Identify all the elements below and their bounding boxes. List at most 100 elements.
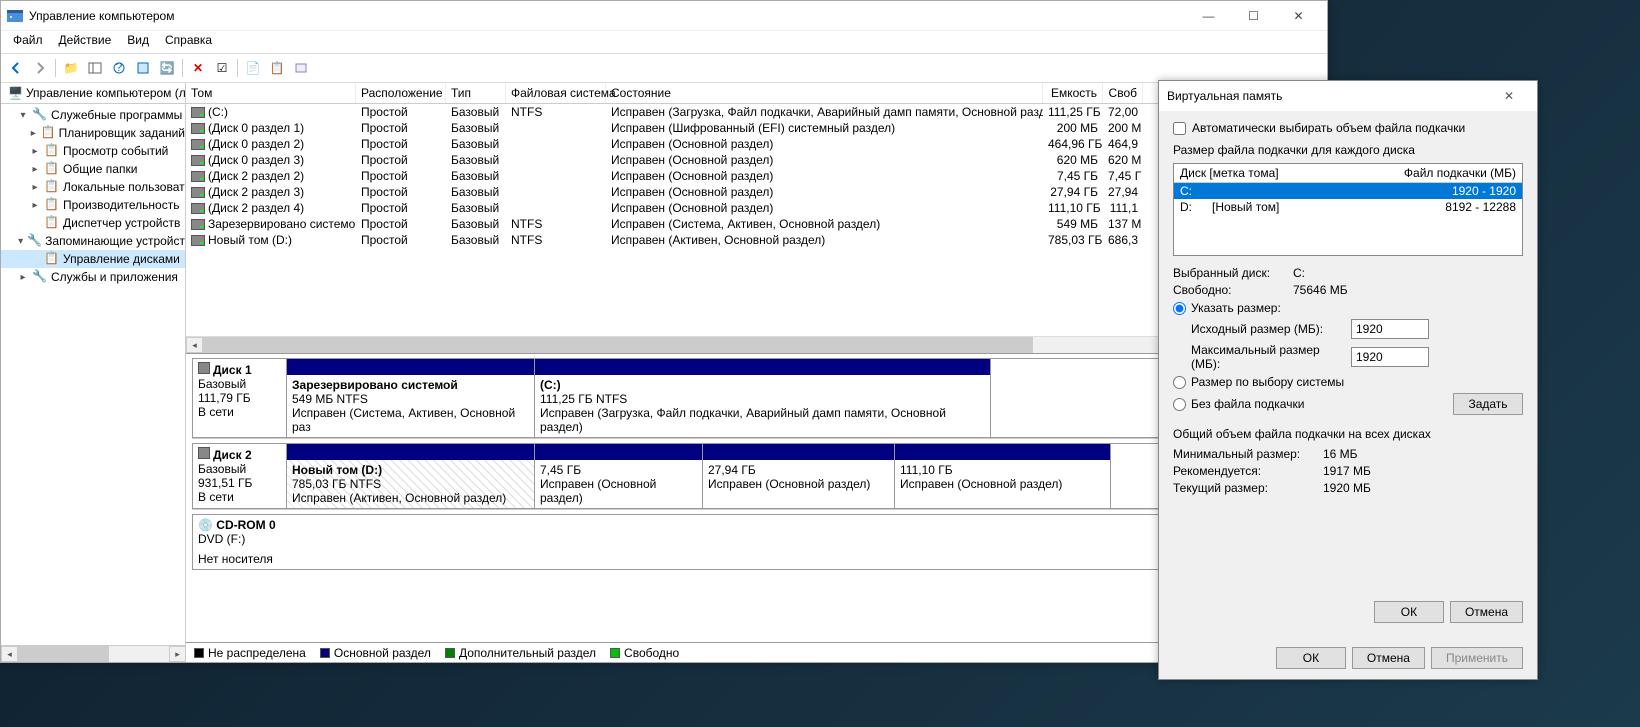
legend-extended: Дополнительный раздел: [459, 646, 596, 660]
minimize-button[interactable]: —: [1186, 2, 1231, 30]
props2-button[interactable]: ☑: [211, 57, 233, 79]
total-label: Общий объем файла подкачки на всех диска…: [1173, 427, 1523, 441]
legend-primary: Основной раздел: [334, 646, 431, 660]
max-size-label: Максимальный размер (МБ):: [1191, 343, 1351, 371]
col-free[interactable]: Своб: [1103, 83, 1143, 103]
forward-button[interactable]: [29, 57, 51, 79]
tree-header[interactable]: 🖥️Управление компьютером (л: [1, 83, 185, 104]
disk-row-2[interactable]: Диск 2 Базовый 931,51 ГБ В сети Новый то…: [192, 443, 1321, 510]
tree-item[interactable]: ▾🔧Служебные программы: [1, 106, 185, 124]
tree-item[interactable]: ▸📋Общие папки: [1, 160, 185, 178]
volume-table-header[interactable]: Том Расположение Тип Файловая система Со…: [186, 83, 1327, 104]
volume-row[interactable]: (Диск 2 раздел 2)ПростойБазовыйИсправен …: [186, 168, 1327, 184]
volume-row[interactable]: (Диск 0 раздел 1)ПростойБазовыйИсправен …: [186, 120, 1327, 136]
no-pagefile-radio[interactable]: [1173, 398, 1186, 411]
recommended-label: Рекомендуется:: [1173, 464, 1323, 478]
volume-row[interactable]: Новый том (D:)ПростойБазовыйNTFSИсправен…: [186, 232, 1327, 248]
menu-view[interactable]: Вид: [119, 31, 157, 53]
partition[interactable]: 111,10 ГБИсправен (Основной раздел): [895, 444, 1111, 508]
drive-row[interactable]: D:[Новый том]8192 - 12288: [1174, 199, 1522, 215]
parent-apply-button[interactable]: Применить: [1431, 647, 1523, 669]
up-button[interactable]: 📁: [60, 57, 82, 79]
parent-ok-button[interactable]: ОК: [1276, 647, 1346, 669]
volume-h-scrollbar[interactable]: ◂▸: [186, 336, 1327, 353]
no-pagefile-radio-row[interactable]: Без файла подкачки: [1173, 397, 1453, 411]
menu-help[interactable]: Справка: [157, 31, 220, 53]
col-drive-label[interactable]: Диск [метка тома]: [1174, 164, 1392, 182]
initial-size-input[interactable]: [1351, 319, 1429, 339]
parent-cancel-button[interactable]: Отмена: [1352, 647, 1425, 669]
extra2-button[interactable]: 📋: [266, 57, 288, 79]
titlebar[interactable]: Управление компьютером — ☐ ✕: [1, 1, 1327, 31]
per-drive-label: Размер файла подкачки для каждого диска: [1173, 143, 1523, 157]
properties-button[interactable]: ?: [108, 57, 130, 79]
show-hide-button[interactable]: [84, 57, 106, 79]
dialog-close-button[interactable]: ✕: [1489, 89, 1529, 103]
current-size-label: Текущий размер:: [1173, 481, 1323, 495]
col-pagefile[interactable]: Файл подкачки (МБ): [1392, 164, 1522, 182]
system-size-radio[interactable]: [1173, 376, 1186, 389]
dialog-title: Виртуальная память: [1167, 89, 1489, 103]
set-button[interactable]: Задать: [1453, 393, 1523, 415]
volume-row[interactable]: (Диск 0 раздел 3)ПростойБазовыйИсправен …: [186, 152, 1327, 168]
custom-size-radio-row[interactable]: Указать размер:: [1173, 301, 1523, 315]
col-status[interactable]: Состояние: [606, 83, 1043, 103]
partition[interactable]: 7,45 ГБИсправен (Основной раздел): [535, 444, 703, 508]
tree-item[interactable]: ▸📋Производительность: [1, 196, 185, 214]
tree-item[interactable]: 📋Управление дисками: [1, 250, 185, 268]
tree-item[interactable]: ▸📋Локальные пользоват: [1, 178, 185, 196]
system-size-radio-row[interactable]: Размер по выбору системы: [1173, 375, 1523, 389]
col-layout[interactable]: Расположение: [356, 83, 446, 103]
dialog-cancel-button[interactable]: Отмена: [1450, 601, 1523, 623]
disk-2-info: Диск 2 Базовый 931,51 ГБ В сети: [192, 443, 286, 509]
selected-drive-value: C:: [1293, 266, 1305, 280]
drive-row[interactable]: C:1920 - 1920: [1174, 183, 1522, 199]
col-filesystem[interactable]: Файловая система: [506, 83, 606, 103]
drive-list[interactable]: Диск [метка тома] Файл подкачки (МБ) C:1…: [1173, 163, 1523, 256]
extra3-button[interactable]: [290, 57, 312, 79]
legend: Не распределена Основной раздел Дополнит…: [186, 642, 1327, 662]
volume-row[interactable]: (Диск 2 раздел 4)ПростойБазовыйИсправен …: [186, 200, 1327, 216]
auto-manage-checkbox-row[interactable]: Автоматически выбирать объем файла подка…: [1173, 121, 1523, 135]
partition[interactable]: Зарезервировано системой549 МБ NTFSИспра…: [287, 359, 535, 437]
tree-item[interactable]: ▸📋Планировщик заданий: [1, 124, 185, 142]
partition[interactable]: Новый том (D:)785,03 ГБ NTFSИсправен (Ак…: [287, 444, 535, 508]
delete-button[interactable]: ✕: [187, 57, 209, 79]
free-space-value: 75646 МБ: [1293, 283, 1348, 297]
volume-row[interactable]: (C:)ПростойБазовыйNTFSИсправен (Загрузка…: [186, 104, 1327, 120]
volume-row[interactable]: Зарезервировано системойПростойБазовыйNT…: [186, 216, 1327, 232]
tree-item[interactable]: ▸📋Просмотр событий: [1, 142, 185, 160]
back-button[interactable]: [5, 57, 27, 79]
dialog-titlebar[interactable]: Виртуальная память ✕: [1159, 81, 1537, 111]
tree-item[interactable]: 📋Диспетчер устройств: [1, 214, 185, 232]
col-capacity[interactable]: Емкость: [1043, 83, 1103, 103]
close-button[interactable]: ✕: [1276, 2, 1321, 30]
menu-action[interactable]: Действие: [51, 31, 120, 53]
col-volume[interactable]: Том: [186, 83, 356, 103]
disk-1-info: Диск 1 Базовый 111,79 ГБ В сети: [192, 358, 286, 438]
disk-row-cdrom[interactable]: 💿 CD-ROM 0 DVD (F:) Нет носителя: [192, 514, 1321, 570]
auto-manage-checkbox[interactable]: [1173, 122, 1186, 135]
toolbar: 📁 ? 🔄 ✕ ☑ 📄 📋: [1, 53, 1327, 83]
help-button[interactable]: [132, 57, 154, 79]
cdrom-info: 💿 CD-ROM 0 DVD (F:) Нет носителя: [192, 514, 1321, 570]
partition[interactable]: (C:)111,25 ГБ NTFSИсправен (Загрузка, Фа…: [535, 359, 991, 437]
custom-size-radio[interactable]: [1173, 302, 1186, 315]
max-size-input[interactable]: [1351, 347, 1429, 367]
volume-row[interactable]: (Диск 2 раздел 3)ПростойБазовыйИсправен …: [186, 184, 1327, 200]
disk-row-1[interactable]: Диск 1 Базовый 111,79 ГБ В сети Зарезерв…: [192, 358, 1321, 439]
min-size-label: Минимальный размер:: [1173, 447, 1323, 461]
tree-h-scrollbar[interactable]: ◂▸: [1, 645, 186, 662]
volume-row[interactable]: (Диск 0 раздел 2)ПростойБазовыйИсправен …: [186, 136, 1327, 152]
tree-item[interactable]: ▸🔧Службы и приложения: [1, 268, 185, 286]
col-type[interactable]: Тип: [446, 83, 506, 103]
refresh-button[interactable]: 🔄: [156, 57, 178, 79]
maximize-button[interactable]: ☐: [1231, 2, 1276, 30]
menu-file[interactable]: Файл: [5, 31, 51, 53]
partition[interactable]: 27,94 ГБИсправен (Основной раздел): [703, 444, 895, 508]
computer-management-window: Управление компьютером — ☐ ✕ Файл Действ…: [0, 0, 1328, 663]
disk-graphical-view: Диск 1 Базовый 111,79 ГБ В сети Зарезерв…: [186, 353, 1327, 642]
extra1-button[interactable]: 📄: [242, 57, 264, 79]
tree-item[interactable]: ▾🔧Запоминающие устройст: [1, 232, 185, 250]
dialog-ok-button[interactable]: ОК: [1374, 601, 1444, 623]
